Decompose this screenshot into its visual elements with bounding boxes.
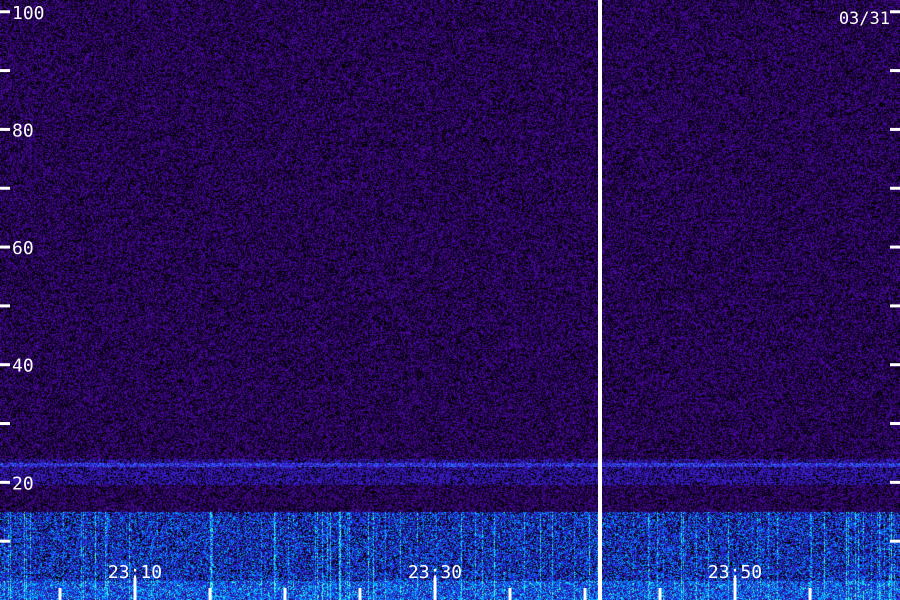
y-tick-label: 20 bbox=[12, 473, 34, 494]
spectrogram-axes: 03/31 100 80 60 40 20 23:10 23:30 23:50 bbox=[0, 0, 900, 600]
y-tick-label: 80 bbox=[12, 120, 34, 141]
x-axis-ticks: 23:10 23:30 23:50 bbox=[58, 562, 812, 600]
y-tick-label: 100 bbox=[12, 3, 45, 24]
y-axis-ticks: 100 80 60 40 20 bbox=[0, 3, 900, 543]
x-tick-label: 23:30 bbox=[408, 562, 462, 583]
x-tick-label: 23:10 bbox=[108, 562, 162, 583]
x-tick-label: 23:50 bbox=[708, 562, 762, 583]
y-tick-label: 60 bbox=[12, 238, 34, 259]
y-tick-label: 40 bbox=[12, 356, 34, 377]
date-label: 03/31 bbox=[839, 9, 890, 29]
